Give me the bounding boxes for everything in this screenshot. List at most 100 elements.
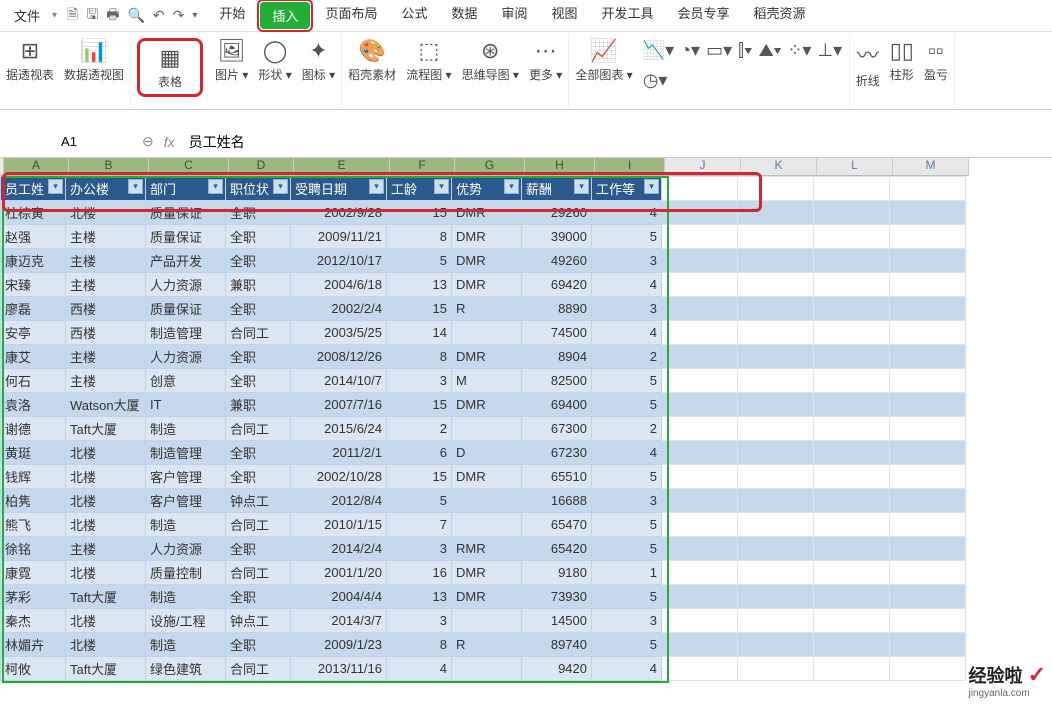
table-cell[interactable]: 谢德 [1,417,66,441]
table-cell[interactable]: 袁洛 [1,393,66,417]
empty-cell[interactable] [890,273,966,297]
table-cell[interactable]: 5 [592,633,662,657]
table-cell[interactable]: 西楼 [66,297,146,321]
table-cell[interactable]: 钟点工 [226,489,291,513]
table-cell[interactable]: 北楼 [66,441,146,465]
table-cell[interactable]: 全职 [226,585,291,609]
table-cell[interactable]: 3 [387,609,452,633]
empty-cell[interactable] [814,465,890,489]
table-cell[interactable]: 14 [387,321,452,345]
table-cell[interactable]: 82500 [522,369,592,393]
save-icon[interactable]: 🖫 [86,4,98,28]
zoom-out-icon[interactable]: ⊖ [142,133,154,150]
table-cell[interactable]: 杜棕寅 [1,201,66,225]
redo-icon[interactable]: ↷ [173,7,185,24]
table-cell[interactable]: 4 [592,201,662,225]
table-cell[interactable]: 徐铭 [1,537,66,561]
table-cell[interactable]: 赵强 [1,225,66,249]
table-cell[interactable]: 茅彩 [1,585,66,609]
table-cell[interactable] [452,513,522,537]
empty-cell[interactable] [662,201,738,225]
table-cell[interactable]: 制造 [146,513,226,537]
table-cell[interactable]: 北楼 [66,489,146,513]
table-cell[interactable]: 北楼 [66,561,146,585]
empty-cell[interactable] [890,657,966,681]
filter-dropdown-icon[interactable]: ▾ [504,179,519,194]
tab-data[interactable]: 数据 [439,0,489,32]
table-cell[interactable]: 5 [592,465,662,489]
file-dropdown-icon[interactable]: ▾ [52,10,57,21]
table-cell[interactable]: DMR [452,225,522,249]
table-cell[interactable]: Taft大厦 [66,657,146,681]
empty-cell[interactable] [738,657,814,681]
empty-cell[interactable] [890,225,966,249]
empty-cell[interactable] [890,513,966,537]
empty-cell[interactable] [890,417,966,441]
empty-cell[interactable] [738,321,814,345]
table-cell[interactable]: DMR [452,585,522,609]
sparkline-column-button[interactable]: ▯▯柱形 [890,38,914,89]
empty-cell[interactable] [662,417,738,441]
table-cell[interactable]: 3 [592,297,662,321]
table-cell[interactable]: 8890 [522,297,592,321]
empty-cell[interactable] [814,321,890,345]
table-cell[interactable]: 制造 [146,417,226,441]
table-cell[interactable]: 4 [592,441,662,465]
tab-insert[interactable]: 插入 [260,2,310,29]
tab-view[interactable]: 视图 [540,0,590,32]
table-cell[interactable]: 主楼 [66,273,146,297]
table-cell[interactable]: 客户管理 [146,465,226,489]
empty-cell[interactable] [890,561,966,585]
table-cell[interactable]: 安亭 [1,321,66,345]
mindmap-button[interactable]: ⊛思维导图 ▾ [462,38,519,83]
area-chart-icon[interactable]: ⛰▾ [759,40,782,61]
empty-cell[interactable] [814,633,890,657]
table-cell[interactable]: 全职 [226,633,291,657]
table-cell[interactable]: 人力资源 [146,273,226,297]
column-header[interactable]: G [455,158,525,176]
table-cell[interactable]: D [452,441,522,465]
stock-chart-icon[interactable]: ⊥▾ [817,40,842,61]
table-cell[interactable]: 7 [387,513,452,537]
table-cell[interactable]: 创意 [146,369,226,393]
table-cell[interactable] [452,489,522,513]
table-cell[interactable]: 西楼 [66,321,146,345]
table-cell[interactable]: 主楼 [66,537,146,561]
empty-cell[interactable] [738,177,814,201]
empty-cell[interactable] [890,201,966,225]
empty-cell[interactable] [662,225,738,249]
empty-cell[interactable] [814,177,890,201]
table-cell[interactable]: 5 [592,537,662,561]
empty-cell[interactable] [662,273,738,297]
table-cell[interactable]: 9180 [522,561,592,585]
table-cell[interactable]: 黄珽 [1,441,66,465]
empty-cell[interactable] [814,201,890,225]
picture-button[interactable]: 🖼图片 ▾ [215,38,248,83]
empty-cell[interactable] [738,369,814,393]
other-chart-icon[interactable]: ◷▾ [643,70,668,91]
table-cell[interactable]: 北楼 [66,201,146,225]
empty-cell[interactable] [662,369,738,393]
filter-dropdown-icon[interactable]: ▾ [644,179,659,194]
table-cell[interactable]: 全职 [226,249,291,273]
new-icon[interactable]: 🗎 [67,4,78,28]
table-cell[interactable]: 全职 [226,297,291,321]
empty-cell[interactable] [738,633,814,657]
table-cell[interactable]: R [452,633,522,657]
empty-cell[interactable] [814,225,890,249]
table-cell[interactable]: 5 [387,489,452,513]
empty-cell[interactable] [662,561,738,585]
empty-cell[interactable] [890,489,966,513]
table-cell[interactable]: 1 [592,561,662,585]
table-cell[interactable]: 13 [387,273,452,297]
table-header-cell[interactable]: 优势▾ [452,177,522,201]
table-cell[interactable]: DMR [452,345,522,369]
table-cell[interactable]: 15 [387,201,452,225]
daoke-button[interactable]: 🎨稻壳素材 [348,38,396,83]
column-header[interactable]: B [69,158,149,176]
table-cell[interactable]: DMR [452,201,522,225]
table-cell[interactable]: 6 [387,441,452,465]
shapes-button[interactable]: ◯形状 ▾ [258,38,291,83]
table-cell[interactable]: 9420 [522,657,592,681]
empty-cell[interactable] [662,633,738,657]
